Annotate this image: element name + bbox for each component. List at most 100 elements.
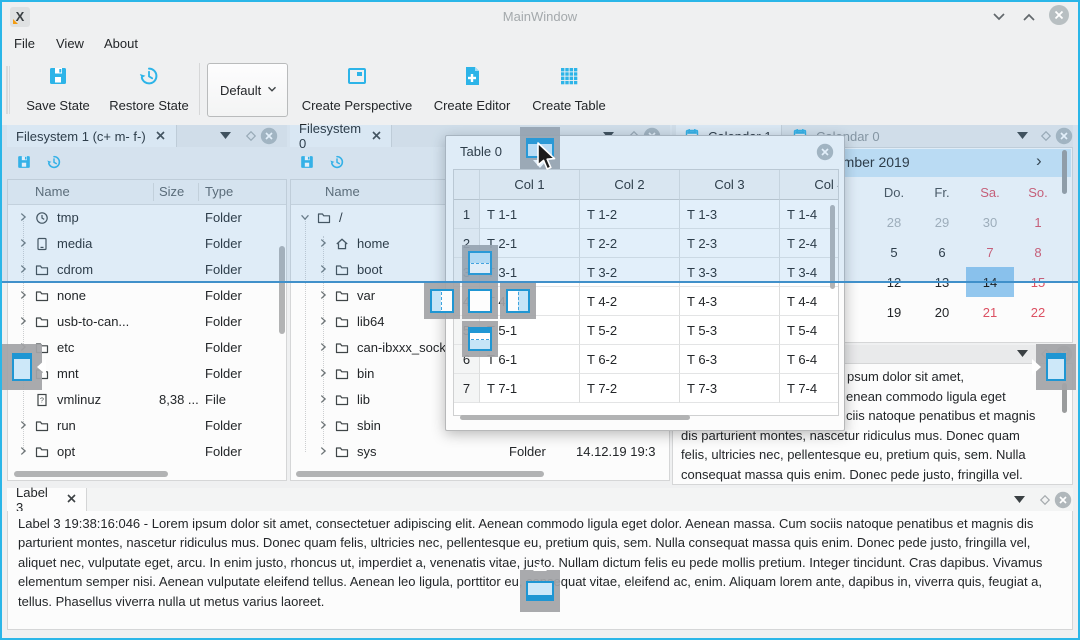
fs1-vscrollbar[interactable] [279, 246, 285, 334]
tree-row-sys[interactable]: sysFolder14.12.19 19:3 [291, 439, 669, 465]
table0-cell-1-3[interactable]: T 1-3 [680, 200, 780, 229]
tree-row-cdrom[interactable]: cdromFolder [8, 257, 286, 283]
expand-icon[interactable] [317, 315, 331, 329]
col-size[interactable]: Size [159, 184, 184, 199]
menu-item-view[interactable]: View [56, 36, 84, 51]
tree-row-vmlinuz[interactable]: ?vmlinuz8,38 ...File [8, 387, 286, 413]
table0-hscrollbar[interactable] [460, 415, 690, 420]
window-close-button[interactable] [1048, 4, 1070, 29]
create-perspective-button[interactable]: Create Perspective [298, 62, 416, 118]
col-name[interactable]: Name [35, 184, 70, 199]
expand-icon[interactable] [17, 315, 31, 329]
expand-icon[interactable] [317, 263, 331, 277]
col-type[interactable]: Type [205, 184, 233, 199]
calendar-vscrollbar[interactable] [1062, 150, 1067, 194]
fs1-restore-icon[interactable] [46, 154, 62, 173]
fs1-save-icon[interactable] [16, 154, 32, 173]
save-state-button[interactable]: Save State [20, 62, 96, 118]
tab-label3[interactable]: Label 3 [7, 488, 87, 511]
drop-indicator-area-bottom[interactable] [462, 321, 498, 357]
tree-row-etc[interactable]: etcFolder [8, 335, 286, 361]
tab-filesystem0[interactable]: Filesystem 0 [290, 125, 392, 147]
table0-cell-1-2[interactable]: T 1-2 [580, 200, 680, 229]
dock-menu-icon[interactable] [1016, 131, 1029, 140]
filesystem1-header[interactable]: Name Size Type [8, 180, 286, 205]
expand-icon[interactable] [17, 445, 31, 459]
maximize-button[interactable] [1020, 10, 1038, 27]
table0-cell-7-1[interactable]: T 7-1 [480, 374, 580, 403]
table0-cell-7-2[interactable]: T 7-2 [580, 374, 680, 403]
expand-icon[interactable] [17, 263, 31, 277]
dock-menu-icon[interactable] [1016, 349, 1029, 358]
table0-col-header-1[interactable]: Col 1 [480, 170, 580, 200]
drop-indicator-right-edge[interactable] [1036, 344, 1076, 390]
perspective-combobox[interactable]: Default [207, 63, 288, 117]
expand-icon[interactable] [317, 341, 331, 355]
calendar-day-28[interactable]: 28 [870, 207, 918, 237]
calendar-day-8[interactable]: 8 [1014, 237, 1062, 267]
calendar-day-29[interactable]: 29 [918, 207, 966, 237]
table0-cell-4-3[interactable]: T 4-3 [680, 287, 780, 316]
table0-cell-2-2[interactable]: T 2-2 [580, 229, 680, 258]
expand-icon[interactable] [317, 445, 331, 459]
calendar-day-1[interactable]: 1 [1014, 207, 1062, 237]
table0-col-header-4[interactable]: Col 4 [780, 170, 839, 200]
table0-cell-2-3[interactable]: T 2-3 [680, 229, 780, 258]
table0-cell-3-2[interactable]: T 3-2 [580, 258, 680, 287]
calendar-day-6[interactable]: 6 [918, 237, 966, 267]
expand-icon[interactable] [317, 419, 331, 433]
drop-indicator-area-top[interactable] [462, 245, 498, 281]
dock-float-icon[interactable] [1039, 494, 1051, 506]
tab-close-icon[interactable] [66, 492, 77, 507]
toolbar-handle[interactable] [6, 66, 10, 114]
minimize-button[interactable] [990, 10, 1008, 27]
drop-indicator-area-right[interactable] [500, 283, 536, 319]
fs1-hscrollbar[interactable] [14, 471, 168, 477]
table0-cell-5-2[interactable]: T 5-2 [580, 316, 680, 345]
calendar-day-13[interactable]: 13 [918, 267, 966, 297]
tree-row-opt[interactable]: optFolder [8, 439, 286, 465]
tab-filesystem1[interactable]: Filesystem 1 (c+ m- f-) [7, 125, 177, 147]
create-table-button[interactable]: Create Table [524, 62, 614, 118]
expand-icon[interactable] [17, 393, 31, 407]
fs0-hscrollbar[interactable] [296, 471, 544, 477]
dock-close-icon[interactable] [1054, 491, 1072, 509]
calendar-day-14-selected[interactable]: 14 [966, 267, 1014, 297]
expand-icon[interactable] [17, 419, 31, 433]
tree-row-tmp[interactable]: tmpFolder [8, 205, 286, 231]
table0-cell-7-4[interactable]: T 7-4 [780, 374, 839, 403]
collapse-icon[interactable] [299, 211, 313, 225]
calendar-day-7[interactable]: 7 [966, 237, 1014, 267]
expand-icon[interactable] [317, 237, 331, 251]
tree-row-media[interactable]: mediaFolder [8, 231, 286, 257]
fs0-restore-icon[interactable] [329, 154, 345, 173]
dock-float-icon[interactable] [1040, 130, 1052, 142]
expand-icon[interactable] [317, 289, 331, 303]
col-name[interactable]: Name [325, 184, 360, 199]
table0-cell-4-4[interactable]: T 4-4 [780, 287, 839, 316]
drop-indicator-left-edge[interactable] [2, 344, 42, 390]
table0-row-header-7[interactable]: 7 [454, 374, 480, 403]
table0-row-header-1[interactable]: 1 [454, 200, 480, 229]
dock-float-icon[interactable] [245, 130, 257, 142]
calendar-day-21[interactable]: 21 [966, 297, 1014, 327]
expand-icon[interactable] [17, 237, 31, 251]
table0-cell-6-3[interactable]: T 6-3 [680, 345, 780, 374]
dock-menu-icon[interactable] [219, 131, 232, 140]
table0-cell-7-3[interactable]: T 7-3 [680, 374, 780, 403]
tree-row-run[interactable]: runFolder [8, 413, 286, 439]
table0-vscrollbar[interactable] [830, 205, 835, 289]
calendar-day-5[interactable]: 5 [870, 237, 918, 267]
dock-close-icon[interactable] [1055, 127, 1073, 145]
menu-item-about[interactable]: About [104, 36, 138, 51]
expand-icon[interactable] [317, 393, 331, 407]
tab-close-icon[interactable] [155, 129, 166, 144]
calendar-day-15[interactable]: 15 [1014, 267, 1062, 297]
calendar-next-icon[interactable]: › [1036, 151, 1042, 171]
table0-col-header-3[interactable]: Col 3 [680, 170, 780, 200]
expand-icon[interactable] [17, 211, 31, 225]
drop-indicator-bottom-edge[interactable] [520, 570, 560, 612]
restore-state-button[interactable]: Restore State [102, 62, 196, 118]
drop-indicator-area-left[interactable] [424, 283, 460, 319]
table0-cell-4-2[interactable]: T 4-2 [580, 287, 680, 316]
